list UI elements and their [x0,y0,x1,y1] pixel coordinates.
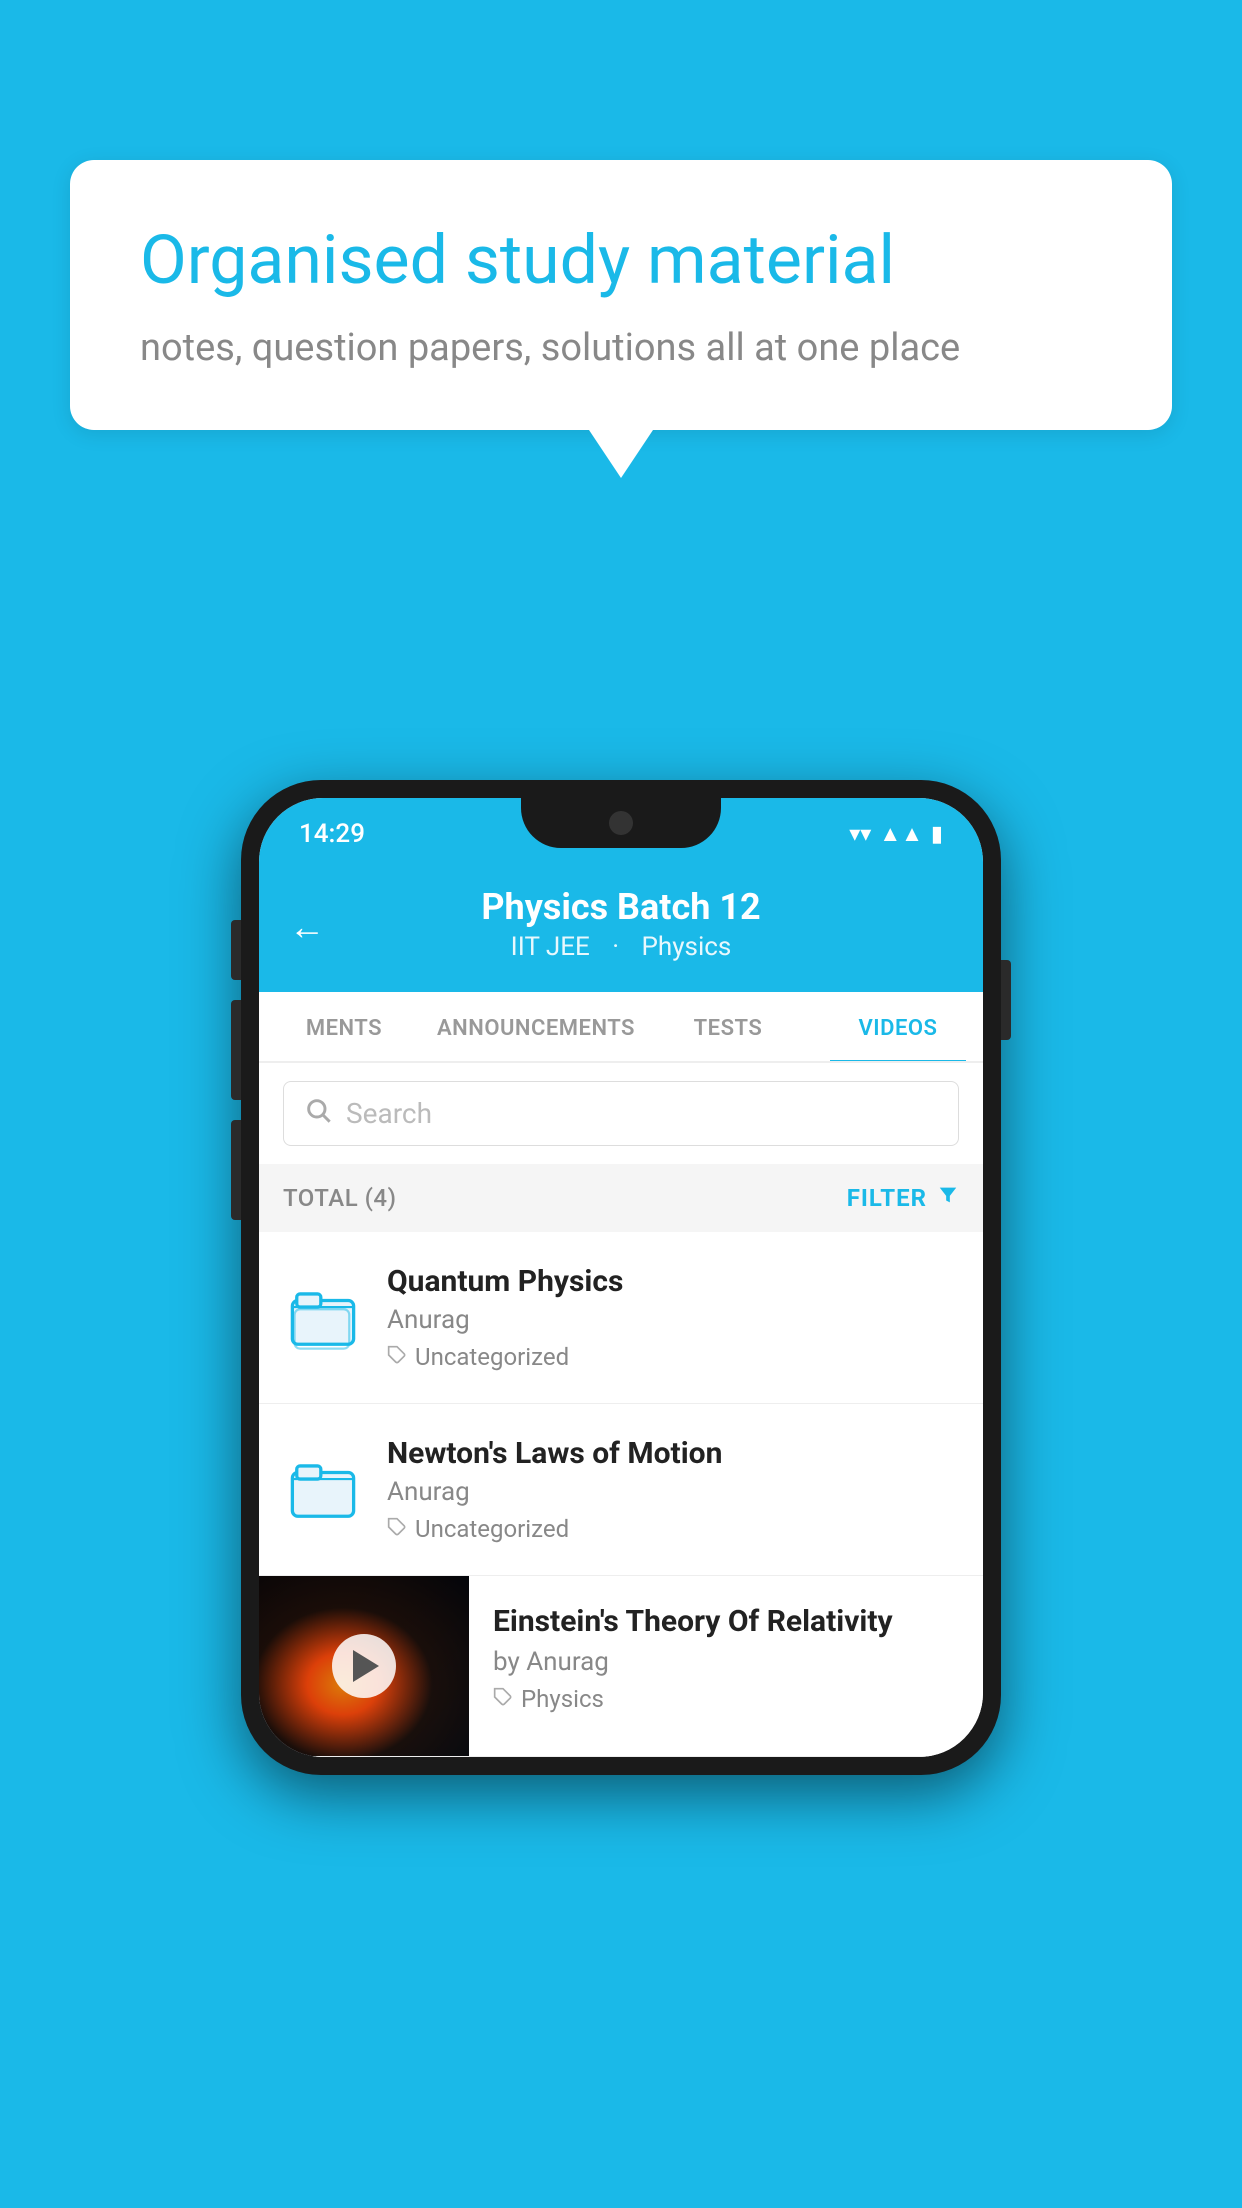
phone-mute-button [231,920,241,980]
item-tag: Uncategorized [387,1515,959,1543]
filter-label: FILTER [847,1184,927,1212]
item-title: Newton's Laws of Motion [387,1436,959,1471]
app-header: ← Physics Batch 12 IIT JEE · Physics [259,862,983,992]
search-icon [304,1096,332,1131]
item-author: Anurag [387,1305,959,1335]
subtitle-dot: · [612,932,619,962]
battery-icon: ▮ [931,822,943,847]
tab-ments[interactable]: MENTS [259,992,429,1061]
phone-vol-up-button [231,1000,241,1100]
search-container: Search [259,1063,983,1164]
signal-icon: ▲▲ [879,821,923,847]
phone-mockup: 14:29 ▾▾ ▲▲ ▮ ← Physics Batch 12 IIT JEE… [241,780,1001,1775]
total-count: TOTAL (4) [283,1184,396,1212]
item-title: Einstein's Theory Of Relativity [493,1604,959,1639]
item-content: Newton's Laws of Motion Anurag Uncategor… [387,1436,959,1543]
speech-bubble-card: Organised study material notes, question… [70,160,1172,430]
speech-bubble-tail [589,430,653,478]
bubble-subtitle: notes, question papers, solutions all at… [140,326,1102,370]
subtitle-physics: Physics [642,932,732,962]
tag-label-icon [493,1685,513,1713]
status-time: 14:29 [299,819,365,849]
play-button[interactable] [332,1634,396,1698]
bubble-title: Organised study material [140,220,1102,302]
phone-notch [521,798,721,848]
header-subtitle: IIT JEE · Physics [299,932,943,962]
list-item[interactable]: Newton's Laws of Motion Anurag Uncategor… [259,1404,983,1576]
phone-power-button [1001,960,1011,1040]
subtitle-iitjee: IIT JEE [511,932,590,962]
item-folder-icon [283,1278,363,1358]
tag-text: Uncategorized [415,1515,569,1543]
item-tag: Uncategorized [387,1343,959,1371]
video-thumbnail [259,1576,469,1756]
video-list: Quantum Physics Anurag Uncategorized [259,1232,983,1757]
speech-bubble-section: Organised study material notes, question… [70,160,1172,478]
play-triangle-icon [353,1650,379,1682]
tabs-bar: MENTS ANNOUNCEMENTS TESTS VIDEOS [259,992,983,1063]
header-title: Physics Batch 12 [299,886,943,928]
item-title: Quantum Physics [387,1264,959,1299]
phone-vol-down-button [231,1120,241,1220]
wifi-icon: ▾▾ [849,822,871,847]
phone-outer-frame: 14:29 ▾▾ ▲▲ ▮ ← Physics Batch 12 IIT JEE… [241,780,1001,1775]
item-content: Einstein's Theory Of Relativity by Anura… [469,1576,983,1741]
phone-camera [609,811,633,835]
search-placeholder-text: Search [346,1097,432,1130]
tab-announcements[interactable]: ANNOUNCEMENTS [429,992,643,1061]
list-item[interactable]: Quantum Physics Anurag Uncategorized [259,1232,983,1404]
search-bar[interactable]: Search [283,1081,959,1146]
list-item-thumb[interactable]: Einstein's Theory Of Relativity by Anura… [259,1576,983,1757]
tag-text: Physics [521,1685,604,1713]
item-author: Anurag [387,1477,959,1507]
phone-screen: 14:29 ▾▾ ▲▲ ▮ ← Physics Batch 12 IIT JEE… [259,798,983,1757]
filter-button[interactable]: FILTER [847,1184,959,1212]
back-button[interactable]: ← [289,906,325,948]
item-tag: Physics [493,1685,959,1713]
item-folder-icon [283,1450,363,1530]
tag-label-icon [387,1343,407,1371]
item-content: Quantum Physics Anurag Uncategorized [387,1264,959,1371]
tag-text: Uncategorized [415,1343,569,1371]
filter-bar: TOTAL (4) FILTER [259,1164,983,1232]
tag-label-icon [387,1515,407,1543]
tab-tests[interactable]: TESTS [643,992,813,1061]
tab-videos[interactable]: VIDEOS [813,992,983,1061]
item-author: by Anurag [493,1647,959,1677]
filter-funnel-icon [937,1184,959,1212]
status-icons: ▾▾ ▲▲ ▮ [849,821,943,847]
